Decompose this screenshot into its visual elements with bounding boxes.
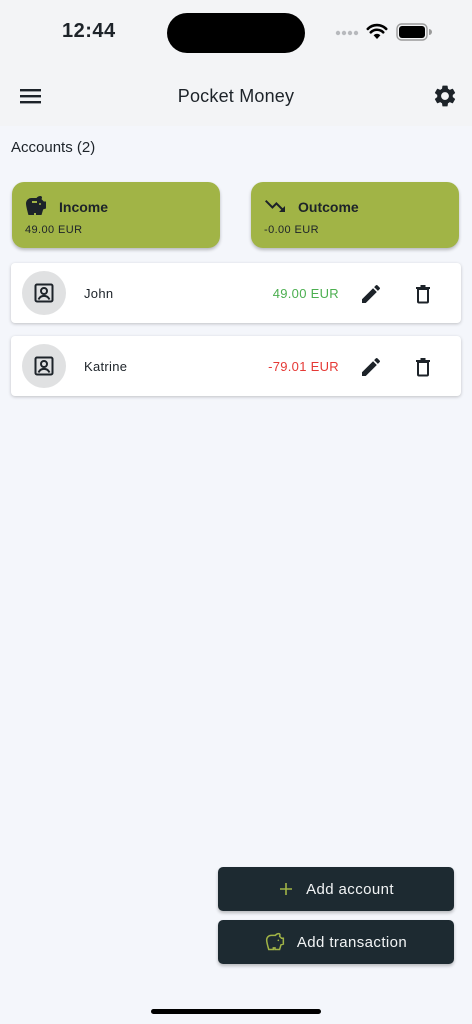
cellular-signal-icon (335, 30, 359, 36)
outcome-label: Outcome (298, 199, 359, 215)
accounts-section-title: Accounts (2) (11, 139, 96, 156)
account-name: John (84, 286, 114, 301)
account-box-icon (34, 356, 54, 376)
add-account-button[interactable]: Add account (218, 867, 454, 911)
account-row-katrine[interactable]: Katrine -79.01 EUR (11, 336, 461, 396)
income-value: 49.00 EUR (25, 224, 83, 236)
battery-icon (396, 23, 432, 41)
account-balance: 49.00 EUR (272, 286, 339, 301)
trending-down-icon (265, 200, 285, 212)
avatar (22, 271, 66, 315)
outcome-summary-card[interactable]: Outcome -0.00 EUR (251, 182, 459, 248)
account-row-john[interactable]: John 49.00 EUR (11, 263, 461, 323)
delete-icon[interactable] (411, 355, 435, 379)
piggy-bank-icon (26, 196, 46, 215)
app-bar: Pocket Money (0, 64, 472, 126)
gear-icon[interactable] (432, 83, 458, 109)
avatar (22, 344, 66, 388)
home-indicator (151, 1009, 321, 1014)
dynamic-island (167, 13, 305, 53)
status-time: 12:44 (62, 20, 116, 42)
piggy-bank-icon (265, 932, 285, 952)
income-summary-card[interactable]: Income 49.00 EUR (12, 182, 220, 248)
plus-icon (278, 881, 294, 897)
account-name: Katrine (84, 359, 128, 374)
outcome-value: -0.00 EUR (264, 224, 319, 236)
income-label: Income (59, 199, 109, 215)
delete-icon[interactable] (411, 282, 435, 306)
status-bar: 12:44 (0, 0, 472, 64)
edit-icon[interactable] (359, 282, 383, 306)
account-balance: -79.01 EUR (268, 359, 339, 374)
add-account-label: Add account (306, 880, 394, 898)
edit-icon[interactable] (359, 355, 383, 379)
page-title: Pocket Money (177, 86, 295, 106)
add-transaction-label: Add transaction (296, 933, 408, 951)
wifi-icon (366, 23, 388, 39)
add-transaction-button[interactable]: Add transaction (218, 920, 454, 964)
account-box-icon (34, 283, 54, 303)
